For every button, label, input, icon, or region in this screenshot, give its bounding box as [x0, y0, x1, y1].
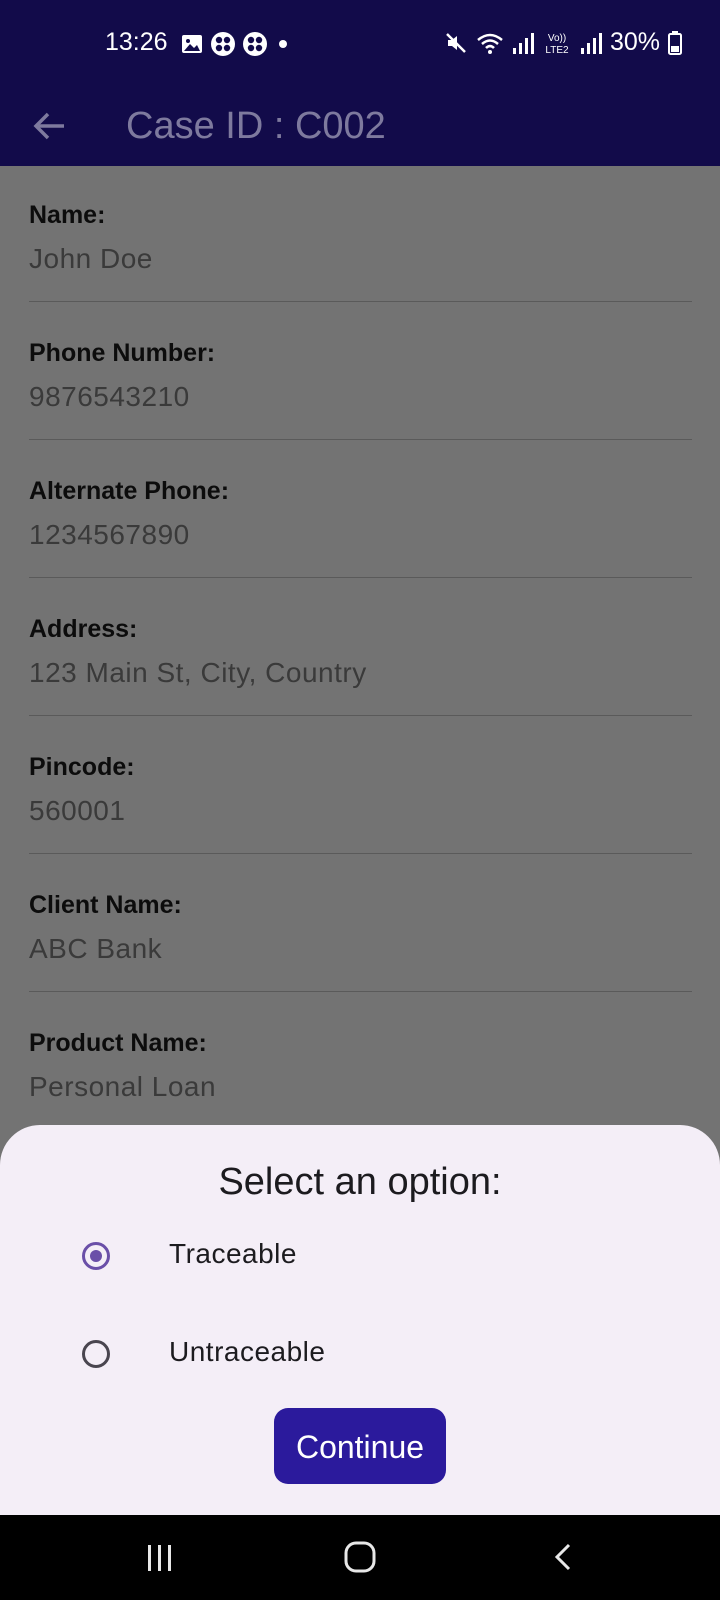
signal-icon	[580, 32, 602, 54]
mute-icon	[446, 32, 466, 53]
field-value: ABC Bank	[29, 933, 163, 964]
app-bar: Case ID : C002	[0, 90, 720, 166]
field-phone: Phone Number: 9876543210	[29, 304, 692, 440]
option-bottom-sheet: Select an option: Traceable Untraceable …	[0, 1125, 720, 1515]
continue-button[interactable]: Continue	[274, 1408, 446, 1484]
field-value: John Doe	[29, 243, 153, 274]
option-untraceable[interactable]: Untraceable	[0, 1316, 720, 1396]
image-icon	[182, 35, 202, 53]
home-icon	[344, 1541, 376, 1573]
system-nav-bar	[0, 1515, 720, 1600]
signal-icon	[512, 32, 534, 54]
battery-icon	[668, 30, 682, 55]
dot-icon	[279, 40, 287, 48]
status-bar: 13:26 Vo)) LTE2 30%	[0, 0, 720, 90]
battery-text: 30%	[609, 28, 660, 56]
back-button[interactable]	[28, 104, 72, 148]
svg-text:LTE2: LTE2	[545, 45, 569, 56]
game-icon	[243, 32, 267, 56]
page-title: Case ID : C002	[126, 105, 386, 147]
recents-button[interactable]	[140, 1537, 180, 1577]
recents-icon	[148, 1545, 171, 1571]
option-label[interactable]: Untraceable	[169, 1336, 325, 1368]
arrow-back-icon	[33, 112, 64, 140]
field-value: Personal Loan	[29, 1071, 217, 1102]
field-label: Alternate Phone:	[29, 477, 230, 505]
field-address: Address: 123 Main St, City, Country	[29, 580, 692, 716]
field-value: 560001	[29, 795, 126, 826]
option-label[interactable]: Traceable	[169, 1238, 297, 1270]
field-label: Pincode:	[29, 753, 135, 781]
status-time: 13:26	[105, 28, 168, 56]
sheet-title: Select an option:	[218, 1161, 502, 1203]
field-client-name: Client Name: ABC Bank	[29, 856, 692, 992]
game-icon	[211, 32, 235, 56]
field-label: Name:	[29, 201, 106, 229]
svg-text:Vo)): Vo))	[548, 33, 566, 44]
back-nav-button[interactable]	[545, 1537, 585, 1577]
field-value: 9876543210	[29, 381, 190, 412]
field-label: Product Name:	[29, 1029, 207, 1057]
field-alternate-phone: Alternate Phone: 1234567890	[29, 442, 692, 578]
chevron-left-icon	[554, 1543, 571, 1571]
option-traceable[interactable]: Traceable	[0, 1218, 720, 1298]
system-icons: Vo)) LTE2 30%	[444, 28, 682, 57]
field-pincode: Pincode: 560001	[29, 718, 692, 854]
field-value: 123 Main St, City, Country	[29, 657, 367, 688]
field-value: 1234567890	[29, 519, 190, 550]
field-label: Address:	[29, 615, 138, 643]
field-product-name: Product Name: Personal Loan	[29, 994, 692, 1130]
volte-icon: Vo)) LTE2	[545, 33, 569, 56]
field-name: Name: John Doe	[29, 166, 692, 302]
radio-unselected-icon[interactable]	[82, 1340, 110, 1368]
field-label: Client Name:	[29, 891, 182, 919]
radio-selected-icon[interactable]	[82, 1242, 110, 1270]
home-button[interactable]	[341, 1537, 381, 1577]
wifi-icon	[477, 33, 503, 54]
field-label: Phone Number:	[29, 339, 216, 367]
notification-icons	[180, 30, 292, 58]
